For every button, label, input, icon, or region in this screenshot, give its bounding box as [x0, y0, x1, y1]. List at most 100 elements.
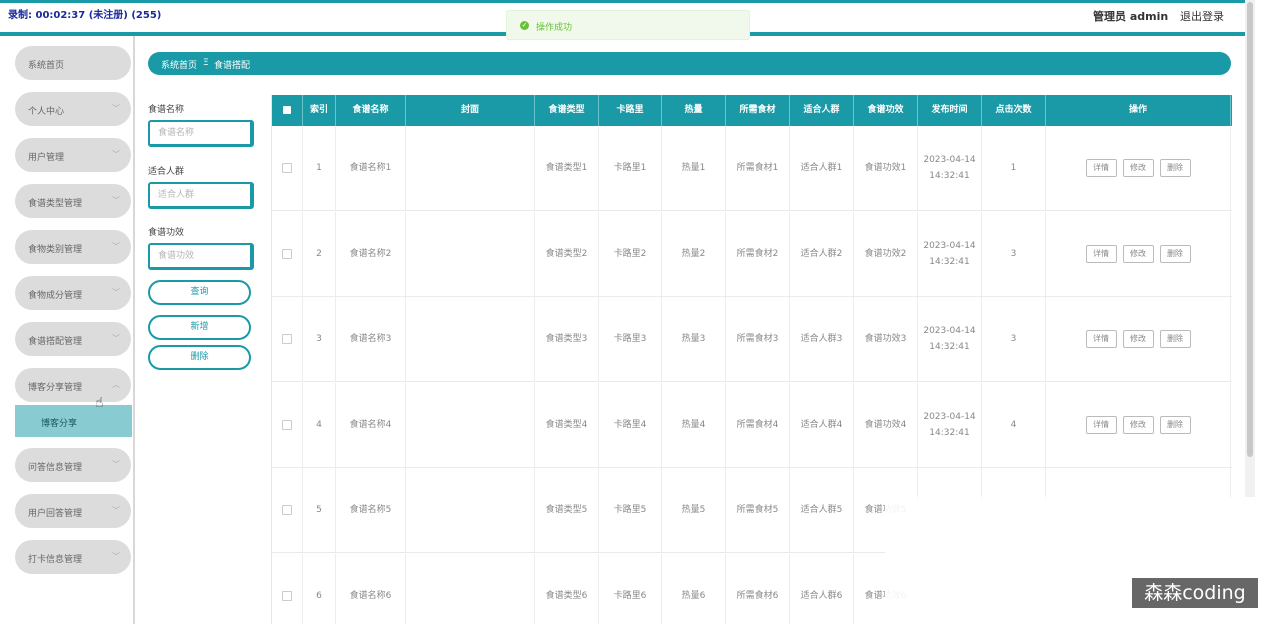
cell-effect: 食谱功效3 — [854, 297, 918, 381]
delete-button[interactable]: 删除 — [1159, 330, 1191, 348]
sidebar-item-blog-share[interactable]: 博客分享管理 ︿ — [15, 368, 131, 402]
sidebar-item-recipe-combo[interactable]: 食谱搭配管理 ﹀ — [15, 322, 131, 356]
header-col-clicks: 点击次数 — [982, 95, 1046, 126]
delete-button[interactable]: 删除 — [1159, 159, 1191, 177]
cell-name: 食谱名称1 — [336, 126, 406, 210]
table-row: 1 食谱名称1 食谱类型1 卡路里1 热量1 所需食材1 适合人群1 食谱功效1 2023-04… — [272, 126, 1232, 211]
cell-effect: 食谱功效1 — [854, 126, 918, 210]
cell-crowd: 适合人群3 — [790, 297, 854, 381]
admin-username: 管理员 admin — [1093, 10, 1169, 23]
cell-name: 食谱名称4 — [336, 382, 406, 467]
cell-publish-time: 2023-04-14 14:32:41 — [918, 211, 982, 296]
sidebar-item-recipe-type[interactable]: 食谱类型管理 ﹀ — [15, 184, 131, 218]
edit-button[interactable]: 修改 — [1122, 244, 1154, 263]
cell-cover — [406, 211, 535, 296]
logout-link[interactable]: 退出登录 — [1180, 8, 1224, 24]
sidebar-item-label: 用户管理 — [28, 153, 65, 163]
row-checkbox[interactable] — [282, 248, 292, 259]
sidebar-item-label: 个人中心 — [28, 107, 65, 117]
cell-calorie: 卡路里2 — [599, 211, 662, 296]
breadcrumb-separator-icon: Ξ — [203, 58, 209, 68]
add-button[interactable]: 新增 — [148, 315, 251, 340]
publish-date: 2023-04-14 — [923, 155, 976, 165]
cell-cover — [406, 297, 535, 381]
sidebar-item-users[interactable]: 用户管理 ﹀ — [15, 138, 131, 172]
cell-publish-time: 2023-04-14 14:32:41 — [918, 297, 982, 381]
row-checkbox[interactable] — [282, 590, 292, 601]
header-col-index: 索引 — [303, 95, 336, 126]
sidebar-item-profile[interactable]: 个人中心 ﹀ — [15, 92, 131, 126]
chevron-down-icon: ﹀ — [112, 460, 120, 469]
cell-name: 食谱名称3 — [336, 297, 406, 381]
watermark: 森森coding — [1132, 578, 1258, 608]
chevron-down-icon: ﹀ — [112, 104, 120, 113]
cell-type: 食谱类型2 — [535, 211, 599, 296]
check-circle-icon: ✓ — [520, 21, 529, 30]
query-button[interactable]: 查询 — [148, 280, 251, 305]
row-checkbox[interactable] — [282, 419, 292, 430]
success-toast: ✓ 操作成功 — [506, 10, 750, 40]
cell-calorie: 卡路里1 — [599, 126, 662, 210]
cell-calorie: 卡路里6 — [599, 553, 662, 624]
sidebar-item-home[interactable]: 系统首页 — [15, 46, 131, 80]
recipe-name-input[interactable] — [148, 120, 254, 147]
cell-heat: 热量1 — [662, 126, 726, 210]
page-scrollbar[interactable] — [1245, 0, 1255, 497]
cell-index: 5 — [303, 468, 336, 552]
header-col-recipe-type: 食谱类型 — [535, 95, 599, 126]
cell-heat: 热量2 — [662, 211, 726, 296]
chevron-down-icon: ﹀ — [112, 242, 120, 251]
chevron-down-icon: ﹀ — [112, 196, 120, 205]
detail-button[interactable]: 详情 — [1085, 415, 1117, 434]
crowd-input[interactable] — [148, 182, 254, 209]
header-col-crowd: 适合人群 — [790, 95, 854, 126]
checkbox-icon[interactable] — [283, 105, 291, 114]
cell-actions: 详情 修改 删除 — [1046, 211, 1231, 296]
row-checkbox[interactable] — [282, 505, 292, 515]
cell-heat: 热量5 — [662, 468, 726, 552]
delete-button[interactable]: 删除 — [1159, 415, 1191, 434]
row-checkbox-cell — [272, 126, 303, 210]
cell-ingredients: 所需食材2 — [726, 211, 790, 296]
batch-delete-button[interactable]: 删除 — [148, 345, 251, 370]
row-checkbox[interactable] — [282, 163, 292, 173]
edit-button[interactable]: 修改 — [1122, 159, 1154, 177]
detail-button[interactable]: 详情 — [1085, 244, 1117, 263]
cell-clicks: 3 — [982, 297, 1046, 381]
chevron-down-icon: ﹀ — [112, 150, 120, 159]
detail-button[interactable]: 详情 — [1085, 330, 1117, 348]
header-col-ingredients: 所需食材 — [726, 95, 790, 126]
header-select-all-checkbox[interactable] — [272, 95, 303, 126]
sidebar-subitem-blog-share[interactable]: 博客分享 — [15, 405, 132, 437]
sidebar-item-food-category[interactable]: 食物类别管理 ﹀ — [15, 230, 131, 264]
cell-index: 3 — [303, 297, 336, 381]
effect-input[interactable] — [148, 243, 254, 270]
cell-clicks: 3 — [982, 211, 1046, 296]
delete-button[interactable]: 删除 — [1159, 244, 1191, 263]
sidebar-item-checkin-info[interactable]: 打卡信息管理 ﹀ — [15, 540, 131, 574]
publish-date: 2023-04-14 — [923, 326, 976, 336]
sidebar-item-user-answer[interactable]: 用户回答管理 ﹀ — [15, 494, 131, 528]
recording-overlay-text: 录制: 00:02:37 (未注册) (255) — [8, 10, 162, 21]
cell-publish-time: 2023-04-14 14:32:41 — [918, 126, 982, 210]
effect-label: 食谱功效 — [148, 228, 185, 238]
cell-crowd: 适合人群1 — [790, 126, 854, 210]
publish-time: 14:32:41 — [929, 342, 970, 352]
row-checkbox-cell — [272, 382, 303, 467]
edit-button[interactable]: 修改 — [1122, 330, 1154, 348]
edit-button[interactable]: 修改 — [1122, 415, 1154, 434]
row-checkbox[interactable] — [282, 334, 292, 344]
cell-index: 6 — [303, 553, 336, 624]
breadcrumb-home[interactable]: 系统首页 — [161, 58, 197, 71]
sidebar-item-food-ingredient[interactable]: 食物成分管理 ﹀ — [15, 276, 131, 310]
table-row: 2 食谱名称2 食谱类型2 卡路里2 热量2 所需食材2 适合人群2 食谱功效2 2023-04… — [272, 211, 1232, 297]
detail-button[interactable]: 详情 — [1085, 159, 1117, 177]
cell-ingredients: 所需食材4 — [726, 382, 790, 467]
cell-cover — [406, 126, 535, 210]
cell-crowd: 适合人群6 — [790, 553, 854, 624]
sidebar-item-qa-info[interactable]: 问答信息管理 ﹀ — [15, 448, 131, 482]
chevron-up-icon: ︿ — [112, 380, 120, 389]
cell-effect: 食谱功效2 — [854, 211, 918, 296]
scrollbar-thumb[interactable] — [1247, 2, 1253, 457]
sidebar-item-label: 食物成分管理 — [28, 291, 83, 301]
